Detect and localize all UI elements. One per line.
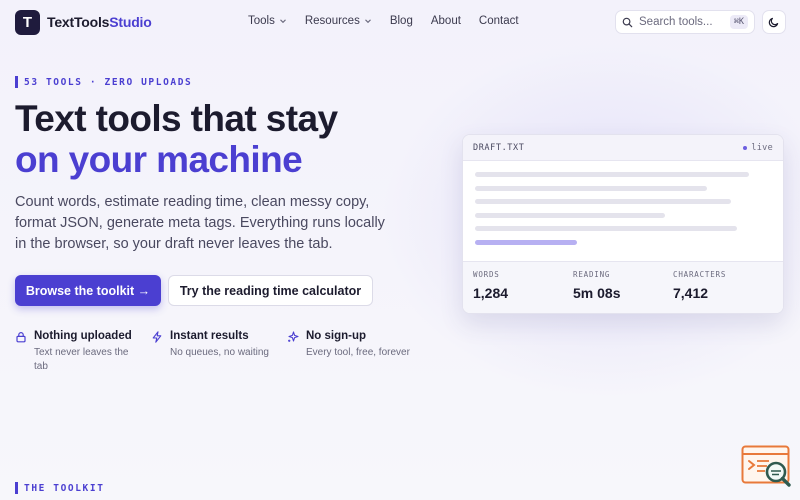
feature-nothing-uploaded: Nothing uploaded Text never leaves the t…	[15, 330, 141, 374]
search-placeholder[interactable]: Search tools...	[639, 16, 730, 28]
logo-mark[interactable]: T	[15, 10, 40, 35]
feature-title: Instant results	[170, 330, 249, 342]
brand-name-part1: TextTools	[47, 14, 110, 30]
stat-label: WORDS	[473, 270, 500, 279]
hero-description: Count words, estimate reading time, clea…	[15, 194, 385, 252]
live-status-label: live	[751, 142, 773, 153]
stat-reading: READING 5m 08s	[573, 270, 673, 313]
browse-toolkit-button[interactable]: Browse the toolkit →	[15, 275, 161, 306]
nav-item-label: Resources	[304, 15, 360, 27]
nav-item-tools[interactable]: Tools	[248, 15, 287, 27]
theme-toggle-button[interactable]	[762, 10, 786, 34]
hero-title-line2: on your machine	[15, 139, 303, 180]
text-line	[475, 226, 737, 231]
stats-row: WORDS 1,284 READING 5m 08s CHARACTERS 7,…	[463, 261, 783, 313]
stat-value: 1,284	[473, 285, 509, 301]
card-header: DRAFT.TXT live	[463, 135, 783, 161]
search-icon	[622, 17, 633, 27]
nav-item-blog[interactable]: Blog	[390, 15, 413, 27]
moon-icon	[768, 17, 779, 28]
chevron-down-icon	[279, 19, 286, 24]
eyebrow-bar	[15, 76, 18, 88]
nav-item-label: Blog	[389, 15, 413, 27]
text-line-highlight	[475, 239, 577, 245]
text-line	[475, 212, 665, 218]
sparkle-icon	[288, 331, 299, 342]
section-eyebrow-text: THE TOOLKIT	[24, 482, 105, 494]
hero-eyebrow: 53 TOOLS · ZERO UPLOADS	[15, 76, 192, 88]
nav-item-label: Contact	[478, 15, 519, 27]
section-eyebrow: THE TOOLKIT	[15, 482, 105, 494]
code-search-logo-icon[interactable]	[741, 445, 793, 491]
feature-no-signup: No sign-up Every tool, free, forever	[287, 330, 413, 360]
bolt-icon	[152, 331, 162, 343]
search-box[interactable]: Search tools... ⌘K	[615, 10, 755, 34]
text-line	[475, 199, 731, 204]
chevron-down-icon	[364, 19, 371, 24]
nav-item-label: Tools	[248, 15, 275, 27]
live-dot	[743, 145, 748, 150]
text-line	[475, 185, 707, 191]
nav-links: Tools Resources Blog About Contact	[248, 15, 537, 27]
feature-title: Nothing uploaded	[34, 330, 132, 342]
stat-words: WORDS 1,284	[473, 270, 573, 313]
feature-title: No sign-up	[306, 330, 367, 342]
reading-time-calculator-button[interactable]: Try the reading time calculator	[168, 275, 373, 306]
text-placeholder-lines	[463, 161, 783, 261]
live-status: live	[743, 143, 773, 153]
stat-characters: CHARACTERS 7,412	[673, 270, 773, 313]
nav-item-label: About	[430, 15, 461, 27]
nav-item-contact[interactable]: Contact	[479, 15, 519, 27]
feature-description: Every tool, free, forever	[306, 347, 410, 358]
eyebrow-bar	[15, 482, 18, 494]
hero-title-line1: Text tools that stay	[15, 98, 338, 139]
feature-description: Text never leaves the tab	[34, 347, 129, 372]
draft-preview-card: DRAFT.TXT live WORDS 1,284 READING 5m 08…	[462, 134, 784, 314]
hero-eyebrow-text: 53 TOOLS · ZERO UPLOADS	[24, 76, 193, 88]
brand-name[interactable]: TextToolsStudio	[47, 14, 152, 30]
text-line	[475, 172, 749, 177]
search-shortcut-badge: ⌘K	[729, 15, 748, 29]
brand-name-part2: Studio	[109, 14, 152, 30]
nav-item-about[interactable]: About	[431, 15, 461, 27]
hero-title: Text tools that stay on your machine	[15, 98, 338, 180]
stat-value: 5m 08s	[573, 285, 621, 301]
stat-value: 7,412	[673, 285, 709, 301]
nav-item-resources[interactable]: Resources	[305, 15, 372, 27]
feature-instant-results: Instant results No queues, no waiting	[151, 330, 277, 360]
stat-label: READING	[573, 270, 611, 279]
top-navigation: T TextToolsStudio Tools Resources Blog A…	[0, 0, 800, 44]
stat-label: CHARACTERS	[673, 270, 727, 279]
card-filename: DRAFT.TXT	[473, 142, 525, 153]
lock-icon	[16, 332, 26, 343]
feature-description: No queues, no waiting	[170, 347, 269, 358]
